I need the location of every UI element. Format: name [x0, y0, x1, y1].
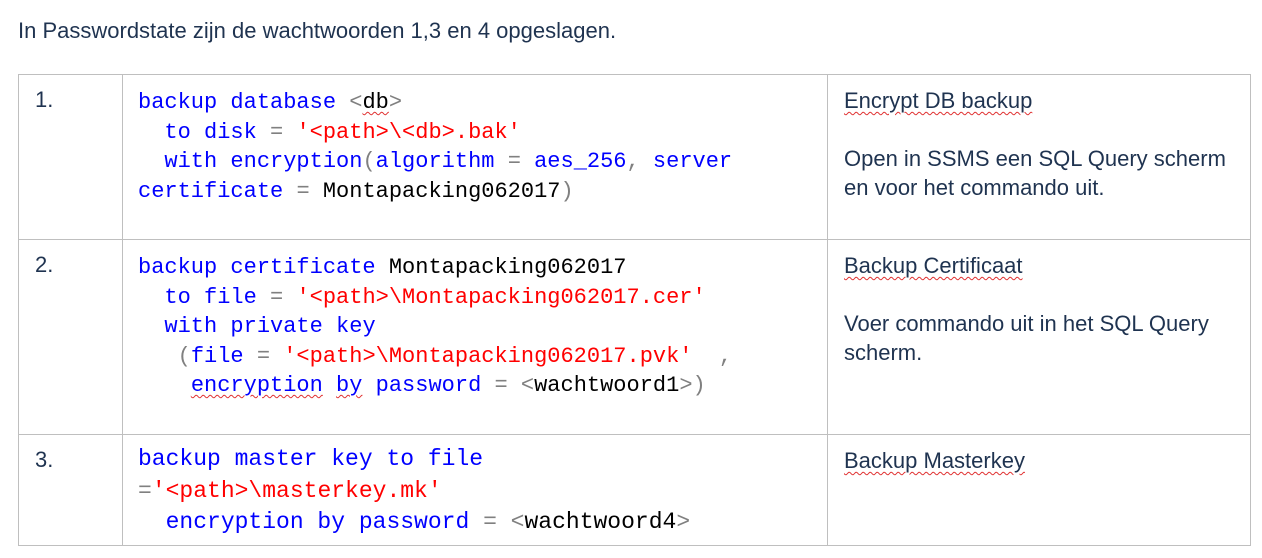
table-row: 2. backup certificate Montapacking062017…	[18, 239, 1251, 435]
code-string: '<path>\Montapacking062017.cer'	[296, 284, 706, 310]
code-operator: <	[520, 373, 535, 398]
code-operator: >	[388, 90, 403, 115]
code-keyword: algorithm	[375, 149, 508, 174]
step-number-cell: 3.	[18, 434, 123, 546]
step-title: Backup Certificaat	[844, 253, 1023, 278]
code-operator: =	[494, 373, 521, 398]
step-title: Backup Masterkey	[844, 448, 1025, 473]
code-cell: backup master key to file ='<path>\maste…	[122, 434, 828, 546]
description-cell: Backup Certificaat Voer commando uit in …	[827, 239, 1251, 435]
sql-code-block: backup database <db> to disk = '<path>\<…	[123, 75, 827, 206]
code-keyword: with private key	[164, 314, 376, 339]
code-identifier: Montapacking062017	[388, 255, 627, 280]
code-string: '<path>\<db>.bak'	[296, 119, 521, 145]
code-operator: ,	[626, 149, 653, 174]
code-operator: =	[138, 477, 152, 504]
code-keyword: file	[190, 343, 257, 369]
step-description: Voer commando uit in het SQL Query scher…	[844, 311, 1209, 365]
code-operator: =	[270, 119, 297, 145]
code-cell: backup certificate Montapacking062017 to…	[122, 239, 828, 435]
code-keyword: certificate	[138, 178, 297, 204]
code-operator: =	[296, 178, 323, 204]
step-number-cell: 2.	[18, 239, 123, 435]
code-keyword: backup master key to file	[138, 446, 484, 472]
code-operator: =	[507, 149, 535, 174]
code-operator: >)	[679, 373, 706, 398]
code-operator: =	[270, 284, 297, 310]
code-keyword: with encryption	[164, 149, 363, 174]
backup-steps-table: 1. backup database <db> to disk = '<path…	[18, 74, 1251, 546]
code-operator: =	[483, 509, 511, 535]
code-identifier: wachtwoord4	[524, 509, 677, 535]
code-keyword: server	[652, 149, 733, 174]
code-operator: ,	[692, 343, 733, 369]
code-operator: (	[362, 149, 376, 174]
code-operator: <	[349, 90, 363, 115]
table-row: 3. backup master key to file ='<path>\ma…	[18, 434, 1251, 546]
code-cell: backup database <db> to disk = '<path>\<…	[122, 74, 828, 240]
code-string: '<path>\masterkey.mk'	[151, 477, 442, 504]
code-operator: (	[177, 343, 191, 369]
description-cell: Backup Masterkey	[827, 434, 1251, 546]
step-number: 2.	[35, 252, 54, 277]
code-string: '<path>\Montapacking062017.pvk'	[283, 343, 693, 369]
step-title: Encrypt DB backup	[844, 88, 1033, 113]
code-identifier: Montapacking062017	[322, 178, 561, 204]
code-keyword: aes_256	[534, 149, 627, 174]
code-keyword: encryption	[190, 373, 323, 398]
code-operator: <	[510, 509, 525, 535]
code-keyword: password	[362, 373, 495, 398]
description-cell: Encrypt DB backup Open in SSMS een SQL Q…	[827, 74, 1251, 240]
step-number-cell: 1.	[18, 74, 123, 240]
step-number: 3.	[35, 447, 54, 472]
intro-text: In Passwordstate zijn de wachtwoorden 1,…	[18, 18, 617, 43]
table-row: 1. backup database <db> to disk = '<path…	[18, 74, 1251, 240]
step-number: 1.	[35, 87, 54, 112]
code-keyword: to file	[164, 284, 271, 310]
sql-code-block: backup certificate Montapacking062017 to…	[123, 240, 827, 401]
step-description: Open in SSMS een SQL Query scherm en voo…	[844, 146, 1226, 200]
code-keyword: backup database	[138, 90, 350, 115]
code-keyword: backup certificate	[138, 255, 389, 280]
code-keyword: encryption by password	[165, 509, 484, 535]
code-operator: >	[676, 509, 691, 535]
code-keyword: to disk	[164, 119, 271, 145]
code-identifier: wachtwoord1	[534, 373, 680, 398]
code-operator: )	[560, 178, 574, 204]
code-operator: =	[256, 343, 284, 369]
sql-code-block: backup master key to file ='<path>\maste…	[123, 435, 827, 539]
code-identifier: db	[362, 90, 389, 115]
code-keyword: by	[336, 373, 363, 398]
